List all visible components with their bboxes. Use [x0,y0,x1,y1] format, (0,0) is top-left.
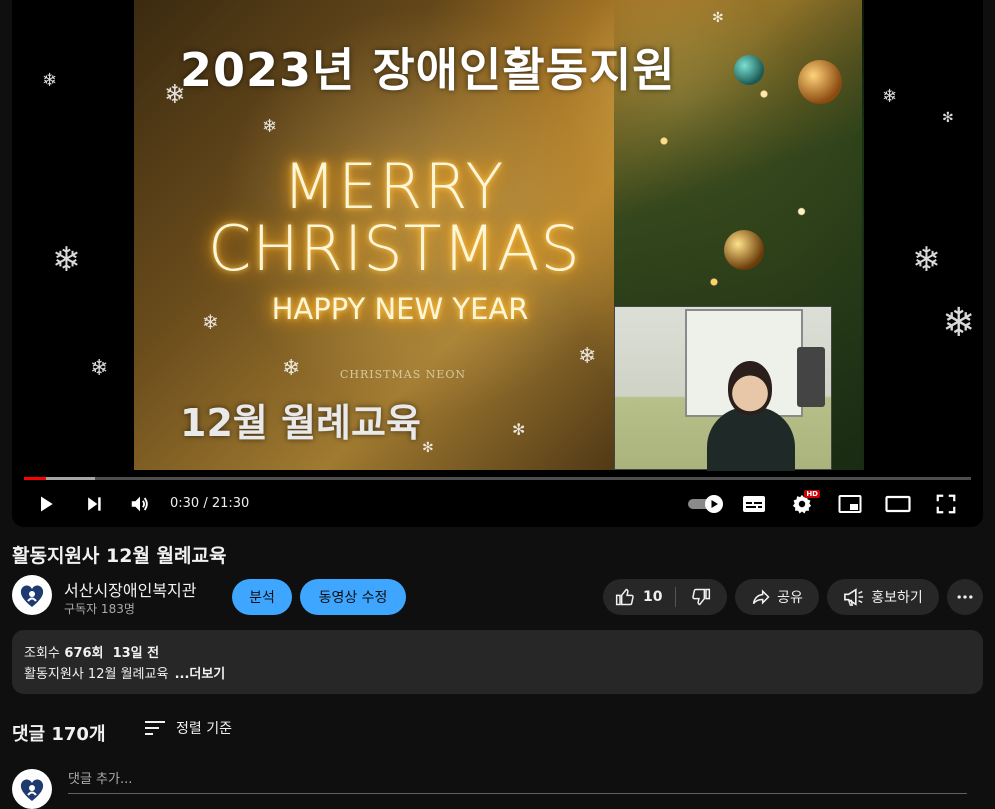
time-display: 0:30 / 21:30 [170,496,250,511]
snowflake-icon: ✻ [512,420,526,439]
video-player[interactable]: ❄ ❄ ❄ ❄ ❄ ❄ ❄ ❄ ❄ ❄ ❄ ✻ ✻ ✻ ✻ 2023년 장애인활… [12,0,983,527]
promote-button[interactable]: 홍보하기 [827,579,939,615]
more-horizontal-icon [957,595,973,599]
promote-label: 홍보하기 [871,590,923,606]
neon-small-caption: CHRISTMAS NEON [340,368,467,381]
thumbs-down-icon [692,588,711,606]
comments-count: 댓글 170개 [12,724,106,745]
share-icon [752,589,770,605]
theater-mode-button[interactable] [880,488,916,520]
snowflake-icon: ✻ [712,10,724,26]
ornament-image [724,230,764,270]
sort-comments-button[interactable]: 정렬 기준 [144,716,232,740]
ornament-image [734,55,764,85]
snowflake-icon: ❄ [942,300,976,346]
autoplay-toggle-icon [688,495,723,513]
view-metadata: 조회수 676회 13일 전 [24,642,159,661]
progress-bar[interactable] [24,477,971,480]
analytics-button[interactable]: 분석 [232,579,292,615]
miniplayer-icon [838,495,862,513]
snowflake-icon: ✻ [422,440,434,456]
fullscreen-button[interactable] [928,488,964,520]
sort-label: 정렬 기준 [176,721,232,737]
like-count: 10 [643,589,663,605]
like-button[interactable]: 10 [603,579,675,615]
video-title: 활동지원사 12월 월례교육 [12,545,227,567]
video-letterbox-right [862,0,983,470]
neon-happy-new-year-text: HAPPY NEW YEAR [271,292,529,326]
autoplay-toggle[interactable] [684,488,728,520]
description-text-line: 활동지원사 12월 월례교육 ...더보기 [24,663,225,682]
fullscreen-icon [936,494,956,514]
view-count: 676회 [64,646,104,661]
like-separator [675,587,676,607]
thumbs-up-icon [615,588,634,606]
neon-christmas-text: CHRISTMAS [208,212,581,285]
like-dislike-group: 10 [603,579,727,615]
next-button[interactable] [76,488,112,520]
upload-age: 13일 전 [112,646,160,661]
dislike-button[interactable] [679,579,723,615]
inset-device [797,347,825,407]
presenter-body [707,407,795,471]
add-comment-input[interactable] [68,766,967,794]
next-icon [88,497,101,511]
show-more-link[interactable]: ...더보기 [175,667,226,682]
ornament-image [798,60,842,104]
channel-name[interactable]: 서산시장애인복지관 [64,577,196,601]
channel-avatar[interactable] [12,575,52,615]
snowflake-icon: ❄ [202,310,219,334]
snowflake-icon: ❄ [882,86,898,107]
commenter-avatar [12,769,52,809]
presenter-head [728,361,772,415]
theater-icon [885,495,911,513]
play-icon [41,496,53,512]
play-button[interactable] [28,488,64,520]
edit-video-button[interactable]: 동영상 수정 [300,579,406,615]
snowflake-icon: ❄ [42,70,58,91]
snowflake-icon: ❄ [52,240,81,280]
description-text: 활동지원사 12월 월례교육 [24,667,169,682]
subscriber-count: 구독자 183명 [64,602,135,616]
player-controls: 0:30 / 21:30 HD [12,484,983,524]
snowflake-icon: ❄ [578,344,597,369]
snowflake-icon: ✻ [942,110,954,126]
more-actions-button[interactable] [947,579,983,615]
channel-logo-icon [20,585,44,607]
snowflake-icon: ❄ [282,356,301,381]
megaphone-icon [844,588,864,606]
channel-logo-icon [20,779,44,801]
video-overlay-title: 2023년 장애인활동지원 [180,43,676,97]
mute-button[interactable] [122,488,158,520]
presenter-camera-inset [614,306,832,471]
volume-icon [131,496,148,512]
sort-icon [145,721,165,735]
snowflake-icon: ❄ [912,240,941,280]
snowflake-icon: ❄ [90,356,109,381]
views-label: 조회수 [24,646,60,661]
share-button[interactable]: 공유 [735,579,819,615]
share-label: 공유 [777,590,803,606]
hd-badge: HD [804,490,820,498]
subtitles-icon [743,496,765,512]
progress-played [24,477,46,480]
description-box[interactable]: 조회수 676회 13일 전 활동지원사 12월 월례교육 ...더보기 [12,630,983,694]
video-overlay-subtitle: 12월 월례교육 [180,401,421,445]
subtitles-button[interactable] [736,488,772,520]
snowflake-icon: ❄ [262,116,278,137]
miniplayer-button[interactable] [832,488,868,520]
video-letterbox-left [12,0,134,470]
settings-button[interactable]: HD [784,488,820,520]
